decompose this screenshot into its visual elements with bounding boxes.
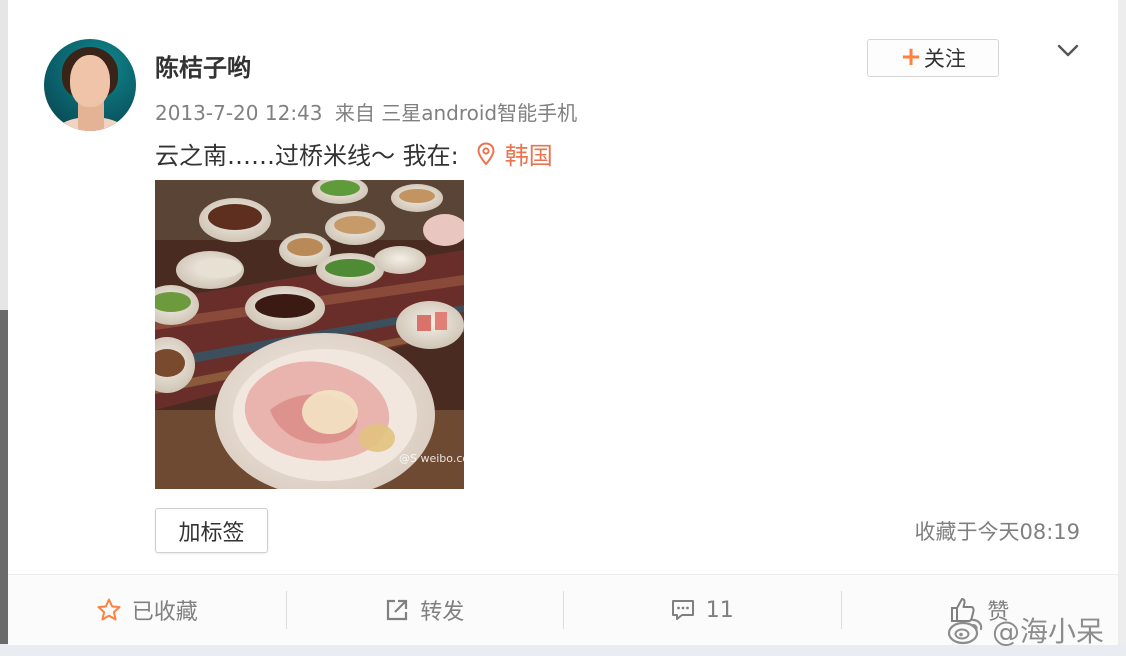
comment-action[interactable]: 11 xyxy=(563,575,841,645)
follow-button[interactable]: + 关注 xyxy=(867,39,999,77)
comment-count: 11 xyxy=(705,597,734,623)
photo-watermark-text: @S weibo.com/u/217 xyxy=(399,452,464,465)
share-icon xyxy=(387,599,408,621)
post-photo[interactable]: @S weibo.com/u/217 xyxy=(155,180,464,489)
weibo-post-card: 陈桔子哟 2013-7-20 12:43 来自 三星android智能手机 + … xyxy=(8,2,1118,645)
post-time[interactable]: 2013-7-20 12:43 xyxy=(155,101,323,125)
weibo-logo-icon xyxy=(947,618,983,645)
post-meta: 2013-7-20 12:43 来自 三星android智能手机 xyxy=(155,97,577,126)
food-photo-image: @S weibo.com/u/217 xyxy=(155,180,464,489)
repost-label: 转发 xyxy=(420,600,465,625)
user-avatar[interactable] xyxy=(44,39,136,131)
post-body: 云之南……过桥米线～ 我在: xyxy=(155,142,459,170)
post-source[interactable]: 来自 三星android智能手机 xyxy=(335,101,577,125)
add-tag-button[interactable]: 加标签 xyxy=(155,508,268,553)
location-link[interactable]: 韩国 xyxy=(477,136,553,171)
avatar-face xyxy=(70,55,110,107)
post-text: 云之南……过桥米线～ 我在: 韩国 xyxy=(155,136,553,171)
star-icon xyxy=(97,598,121,621)
chevron-down-icon[interactable] xyxy=(1054,37,1082,65)
favorited-time: 收藏于今天08:19 xyxy=(914,520,1080,544)
weibo-watermark: @海小呆 xyxy=(946,610,1104,650)
username[interactable]: 陈桔子哟 xyxy=(155,48,251,83)
comment-icon xyxy=(671,600,694,620)
plus-icon: + xyxy=(900,42,922,72)
location-name: 韩国 xyxy=(504,142,553,170)
favorite-action[interactable]: 已收藏 xyxy=(8,575,286,645)
repost-action[interactable]: 转发 xyxy=(285,575,564,645)
favorite-label: 已收藏 xyxy=(131,600,198,625)
watermark-text: @海小呆 xyxy=(992,615,1105,648)
left-edge-dark xyxy=(0,310,8,656)
location-pin-icon xyxy=(477,141,495,165)
follow-label: 关注 xyxy=(923,47,966,71)
left-edge xyxy=(0,0,8,656)
right-edge xyxy=(1118,0,1126,656)
